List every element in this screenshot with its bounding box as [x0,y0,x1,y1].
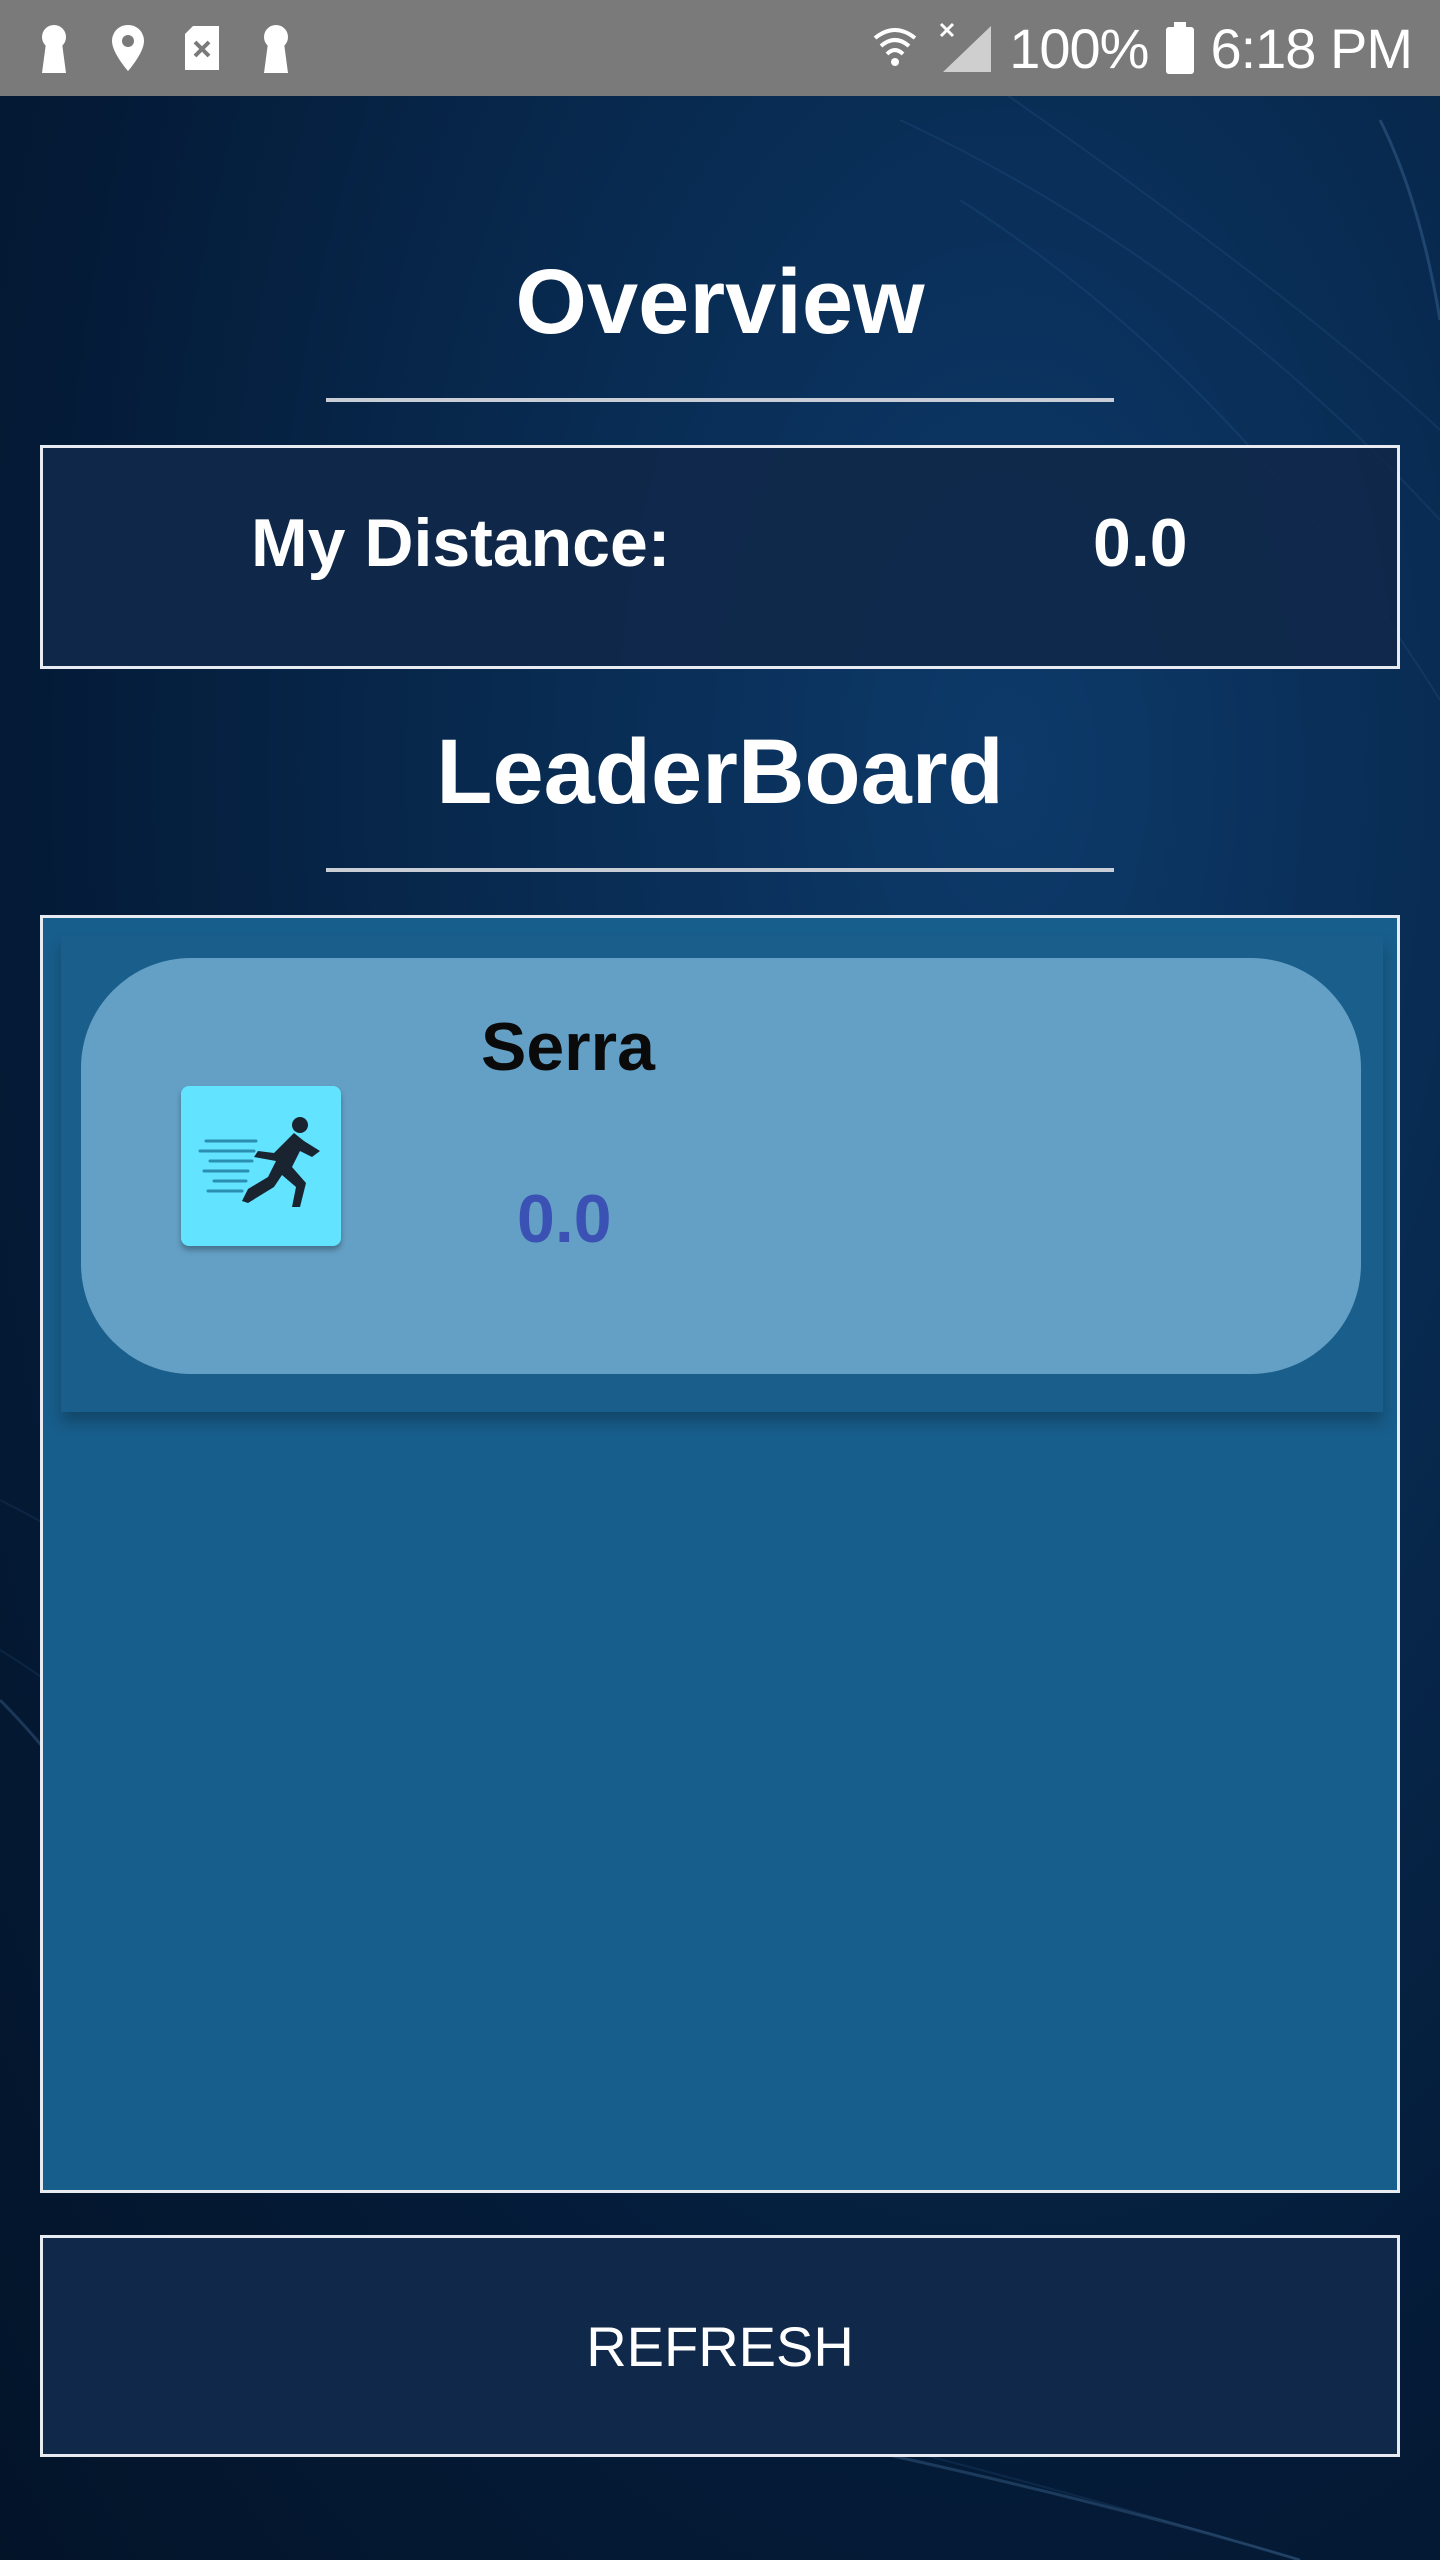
overview-divider [326,398,1114,402]
wifi-icon [871,24,919,72]
list-item[interactable]: Serra 0.0 [61,936,1383,1412]
overview-title: Overview [515,251,925,353]
clock: 6:18 PM [1210,16,1413,80]
my-distance-panel: My Distance: 0.0 [40,445,1400,669]
leaderboard-divider [326,868,1114,872]
location-pin-icon [104,20,152,76]
entry-distance: 0.0 [517,1181,612,1257]
sim-card-icon [178,20,226,76]
battery-icon [1166,22,1195,74]
runner-icon [181,1086,341,1246]
entry-name: Serra [481,1009,655,1085]
cell-signal-icon [937,22,993,74]
battery-percentage: 100% [1009,16,1149,80]
keyhole-icon [252,20,300,76]
my-distance-value: 0.0 [1093,505,1188,581]
my-distance-label: My Distance: [251,505,671,581]
keyhole-icon [30,20,78,76]
leaderboard-entry-card[interactable]: Serra 0.0 [81,958,1361,1374]
leaderboard-list[interactable]: Serra 0.0 [40,915,1400,2193]
refresh-button[interactable]: REFRESH [40,2235,1400,2457]
status-bar: 100% 6:18 PM [0,0,1440,96]
leaderboard-title: LeaderBoard [436,721,1004,823]
